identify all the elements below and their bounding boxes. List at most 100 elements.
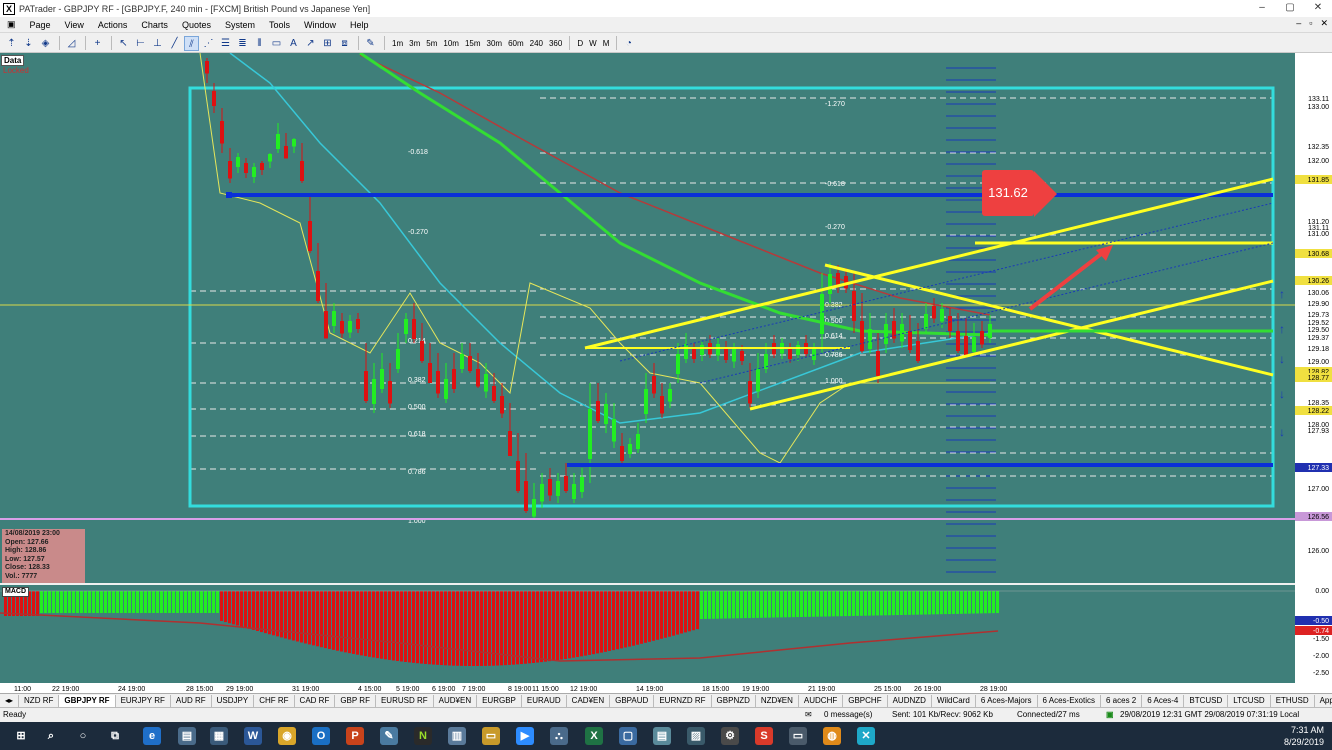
symbol-tab[interactable]: GBP RF: [335, 694, 376, 707]
symbol-tab[interactable]: GBPNZD: [712, 694, 756, 707]
fib-retracement-icon[interactable]: ☰: [218, 36, 233, 51]
n-app-icon[interactable]: N: [414, 727, 432, 745]
timeframe-60m[interactable]: 60m: [505, 39, 527, 48]
word-icon[interactable]: W: [244, 727, 262, 745]
symbol-tab[interactable]: GBPCHF: [843, 694, 888, 707]
menu-app-icon[interactable]: ▣: [0, 19, 23, 30]
timeframe-240[interactable]: 240: [527, 39, 546, 48]
menu-actions[interactable]: Actions: [91, 20, 135, 30]
menu-help[interactable]: Help: [343, 20, 376, 30]
edge-icon[interactable]: e: [143, 727, 161, 745]
buy-icon[interactable]: ⇡: [4, 36, 19, 51]
powerpoint-icon[interactable]: P: [346, 727, 364, 745]
timeframe-d[interactable]: D: [574, 39, 586, 48]
timeframe-360[interactable]: 360: [546, 39, 565, 48]
symbol-tab[interactable]: EURGBP: [477, 694, 522, 707]
trend-line-icon[interactable]: ╱: [167, 36, 182, 51]
vertical-line-icon[interactable]: ⊥: [150, 36, 165, 51]
timeframe-w[interactable]: W: [586, 39, 600, 48]
crosshair-icon[interactable]: +: [90, 36, 105, 51]
timeframe-15m[interactable]: 15m: [462, 39, 484, 48]
symbol-tab[interactable]: EURUSD RF: [376, 694, 434, 707]
s-app-icon[interactable]: S: [755, 727, 773, 745]
order-icon[interactable]: ◈: [38, 36, 53, 51]
remote-app-icon[interactable]: ▢: [619, 727, 637, 745]
symbol-tab[interactable]: NZD¥EN: [756, 694, 799, 707]
task-view-icon[interactable]: ⧉: [106, 727, 124, 745]
symbol-tab[interactable]: 6 Aces-4: [1142, 694, 1185, 707]
chart-icon[interactable]: ◿: [64, 36, 79, 51]
symbol-tab[interactable]: AUDCHF: [799, 694, 844, 707]
text-icon[interactable]: A: [286, 36, 301, 51]
rectangle-icon[interactable]: ▭: [269, 36, 284, 51]
network-app-icon[interactable]: ⛬: [550, 727, 568, 745]
cortana-icon[interactable]: ○: [74, 727, 92, 745]
fib-time-icon[interactable]: ⦀: [252, 36, 267, 51]
minimize-button[interactable]: –: [1248, 0, 1276, 17]
menu-view[interactable]: View: [58, 20, 91, 30]
fib-fan-icon[interactable]: ⋰: [201, 36, 216, 51]
symbol-tab[interactable]: Apple: [1315, 695, 1332, 707]
menu-charts[interactable]: Charts: [134, 20, 175, 30]
symbol-tab[interactable]: LTCUSD: [1228, 694, 1271, 707]
data-badge[interactable]: Data: [1, 55, 25, 66]
timeframe-5m[interactable]: 5m: [423, 39, 440, 48]
mdi-restore-button[interactable]: ▫: [1309, 18, 1312, 29]
symbol-tab[interactable]: EURAUD: [522, 694, 567, 707]
sell-icon[interactable]: ⇣: [21, 36, 36, 51]
timeframe-3m[interactable]: 3m: [406, 39, 423, 48]
photos-app-icon[interactable]: ▨: [687, 727, 705, 745]
excel-icon[interactable]: X: [585, 727, 603, 745]
patrader-taskbar-icon[interactable]: ✕: [857, 727, 875, 745]
coin-app-icon[interactable]: ◍: [823, 727, 841, 745]
macd-label[interactable]: MACD: [2, 587, 29, 597]
monitor-app-icon[interactable]: ▤: [653, 727, 671, 745]
status-messages[interactable]: 0 message(s): [824, 710, 872, 719]
window-app-icon[interactable]: ▭: [789, 727, 807, 745]
timeframe-1m[interactable]: 1m: [389, 39, 406, 48]
mdi-minimize-button[interactable]: –: [1296, 18, 1301, 29]
message-icon[interactable]: ✉: [805, 710, 812, 719]
symbol-tab[interactable]: USDJPY: [212, 694, 255, 707]
chrome-icon[interactable]: ◉: [278, 727, 296, 745]
channel-icon[interactable]: ⫽: [184, 35, 199, 51]
pencil-icon[interactable]: ✎: [363, 36, 378, 51]
symbol-tab[interactable]: BTCUSD: [1184, 694, 1229, 707]
calculator-icon[interactable]: ▥: [448, 727, 466, 745]
symbol-tab[interactable]: ETHUSD: [1271, 694, 1315, 707]
symbol-tab[interactable]: AUD¥EN: [434, 694, 478, 707]
symbol-tab[interactable]: AUD RF: [171, 694, 212, 707]
zoom-app-icon[interactable]: ▶: [516, 727, 534, 745]
timeframe-10m[interactable]: 10m: [440, 39, 462, 48]
symbol-tab[interactable]: EURNZD RF: [654, 694, 712, 707]
taskbar-clock[interactable]: 7:31 AM 8/29/2019: [1284, 724, 1324, 748]
arrow-icon[interactable]: ↗: [303, 36, 318, 51]
close-button[interactable]: ✕: [1304, 0, 1332, 17]
fib-extension-icon[interactable]: ≣: [235, 36, 250, 51]
menu-quotes[interactable]: Quotes: [175, 20, 218, 30]
mdi-close-button[interactable]: ✕: [1320, 18, 1328, 29]
menu-window[interactable]: Window: [297, 20, 343, 30]
symbol-tab[interactable]: GBPJPY RF: [59, 694, 116, 707]
pointer-icon[interactable]: ↖: [116, 36, 131, 51]
settings-icon[interactable]: ⚙: [721, 727, 739, 745]
timeframe-m[interactable]: M: [600, 39, 613, 48]
explorer-icon[interactable]: ▦: [210, 727, 228, 745]
tabs-scroll-icon[interactable]: ◂▸: [0, 694, 20, 707]
timeframe-30m[interactable]: 30m: [484, 39, 506, 48]
symbol-tab[interactable]: 6 Aces-Majors: [976, 694, 1038, 707]
price-chart[interactable]: -0.618 -0.270 0.214 0.382 0.500 0.618 0.786 1.0…: [0, 53, 1332, 693]
search-icon[interactable]: ⌕: [42, 727, 60, 745]
chart-canvas[interactable]: -0.618-0.2700.2140.3820.5000.6180.7861.0…: [0, 53, 1332, 693]
outlook-icon[interactable]: O: [312, 727, 330, 745]
symbol-tab[interactable]: WildCard: [932, 694, 976, 707]
symbol-tab[interactable]: NZD RF: [19, 694, 60, 707]
start-icon[interactable]: ⊞: [12, 727, 30, 745]
notes-icon[interactable]: ✎: [380, 727, 398, 745]
symbol-tab[interactable]: CAD RF: [295, 694, 336, 707]
maximize-button[interactable]: ▢: [1276, 0, 1304, 17]
symbol-tab[interactable]: CAD¥EN: [567, 694, 611, 707]
clock-icon[interactable]: ◔: [621, 36, 636, 51]
symbol-tab[interactable]: GBPAUD: [610, 694, 655, 707]
folder-icon[interactable]: ▭: [482, 727, 500, 745]
